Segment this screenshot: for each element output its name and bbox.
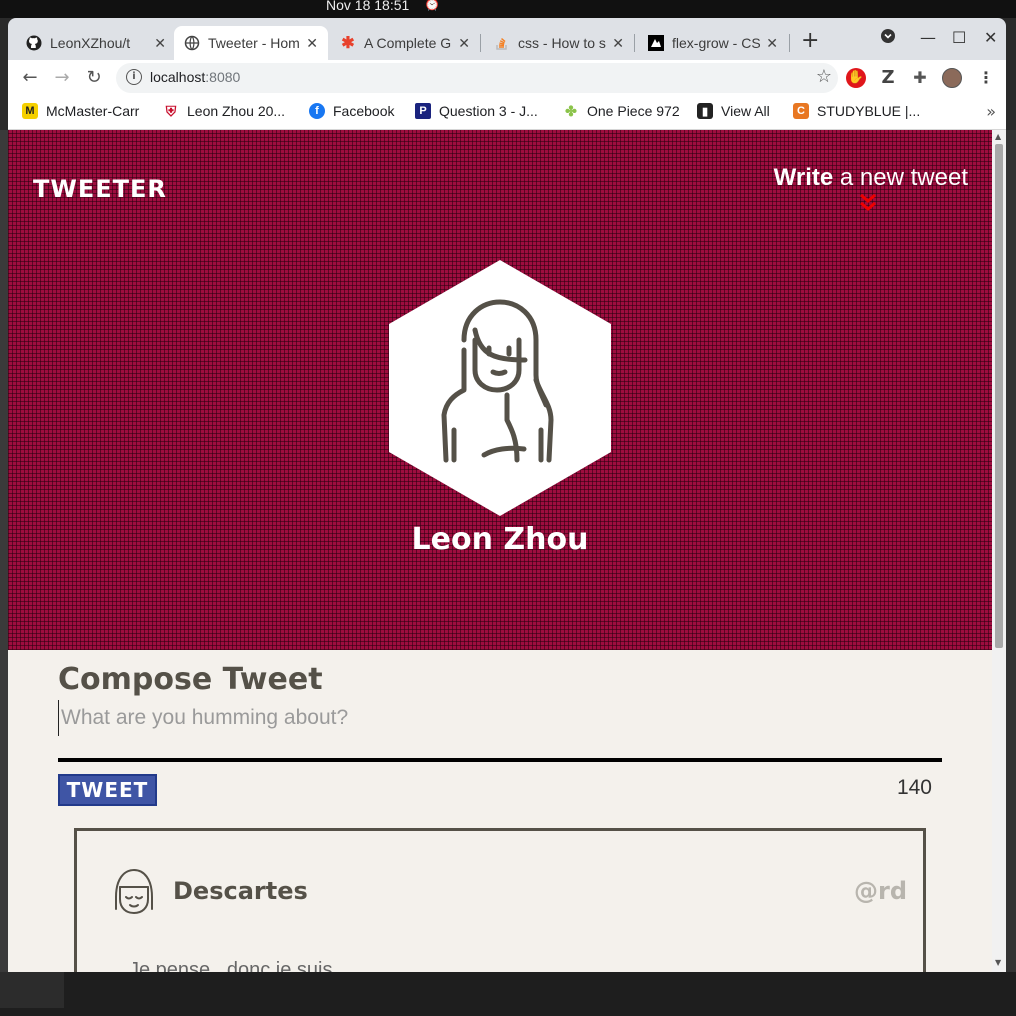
site-info-icon[interactable]: i <box>126 69 142 85</box>
back-icon[interactable]: ← <box>18 66 42 90</box>
tweet-author-handle: @rd <box>853 877 907 905</box>
close-icon[interactable]: ✕ <box>766 35 778 52</box>
double-chevron-down-icon[interactable] <box>858 192 878 214</box>
scroll-down-icon[interactable]: ▼ <box>995 958 1001 967</box>
profile-avatar-icon[interactable] <box>942 68 962 88</box>
tab-search-icon[interactable] <box>880 28 896 48</box>
github-icon <box>26 35 42 51</box>
bookmark-leon-zhou[interactable]: ⛨ Leon Zhou 20... <box>163 102 286 120</box>
tab-title: A Complete G <box>364 35 452 51</box>
bookmark-mcmaster[interactable]: M McMaster-Carr <box>22 103 139 119</box>
window-close-icon[interactable]: ✕ <box>984 28 997 47</box>
reload-icon[interactable]: ↻ <box>82 66 106 90</box>
user-avatar-icon <box>115 868 153 915</box>
tweet-text: Je pense , donc je suis <box>129 959 333 972</box>
shield-icon: ⛨ <box>165 102 177 119</box>
close-icon[interactable]: ✕ <box>154 35 166 52</box>
bell-icon[interactable]: ⏰ <box>424 0 440 12</box>
profile-header: TWEETER Write a new tweet Leon Zhou <box>8 130 992 650</box>
url-text[interactable]: localhost:8080 <box>150 69 240 85</box>
tab-css-how-to[interactable]: css - How to s ✕ <box>484 26 634 60</box>
facebook-icon: f <box>309 103 325 119</box>
os-top-bar: Nov 18 18:51 ⏰ <box>0 0 1016 18</box>
bookmark-label: McMaster-Carr <box>46 103 140 119</box>
maximize-icon[interactable]: ☐ <box>952 28 966 47</box>
book-icon: ▮ <box>697 103 713 119</box>
close-icon[interactable]: ✕ <box>458 35 470 52</box>
tweet-author-name: Descartes <box>173 877 308 905</box>
bookmark-question-3[interactable]: P Question 3 - J... <box>415 103 538 119</box>
new-tab-button[interactable]: + <box>801 30 819 52</box>
tab-title: flex-grow - CS <box>672 35 761 51</box>
globe-icon <box>184 35 200 51</box>
tab-title: Tweeter - Hom <box>208 35 300 51</box>
compose-title: Compose Tweet <box>58 662 323 697</box>
adblock-icon[interactable]: ✋ <box>846 68 866 88</box>
desktop-background-left <box>0 130 8 972</box>
bookmark-star-icon[interactable]: ☆ <box>816 66 832 87</box>
tab-title: LeonXZhou/t <box>50 35 131 51</box>
tab-complete-guide[interactable]: ✱ A Complete G ✕ <box>330 26 480 60</box>
studyblue-icon: C <box>793 103 809 119</box>
bookmark-studyblue[interactable]: C STUDYBLUE |... <box>793 103 920 119</box>
bookmark-facebook[interactable]: f Facebook <box>309 103 394 119</box>
tab-tweeter[interactable]: Tweeter - Hom ✕ <box>174 26 328 60</box>
extensions-puzzle-icon[interactable]: ✚ <box>910 68 930 88</box>
char-counter: 140 <box>896 776 932 799</box>
browser-toolbar: ← → ↻ i localhost:8080 ☆ ✋ Z ✚ ⋮ <box>8 60 1006 96</box>
profile-name: Leon Zhou <box>411 522 589 557</box>
tab-flex-grow[interactable]: flex-grow - CS ✕ <box>638 26 788 60</box>
tweet-card: Descartes @rd Je pense , donc je suis <box>74 828 926 972</box>
address-bar[interactable]: i localhost:8080 ☆ <box>116 63 838 93</box>
close-icon[interactable]: ✕ <box>612 35 624 52</box>
p-icon: P <box>415 103 431 119</box>
frog-icon: ✤ <box>565 102 577 119</box>
page-scrollbar[interactable]: ▲ ▼ <box>992 130 1006 972</box>
asterisk-icon: ✱ <box>341 35 355 52</box>
tweet-submit-button[interactable]: TWEET <box>58 774 157 806</box>
bookmark-one-piece[interactable]: ✤ One Piece 972 <box>563 102 680 120</box>
close-icon[interactable]: ✕ <box>306 35 318 52</box>
tab-title: css - How to s <box>518 35 606 51</box>
desktop-taskbar <box>0 972 1016 1016</box>
os-clock: Nov 18 18:51 <box>326 0 410 13</box>
compose-divider <box>58 758 942 762</box>
write-new-tweet-link[interactable]: Write a new tweet <box>774 164 968 192</box>
brand-logo[interactable]: TWEETER <box>33 175 167 203</box>
bookmark-view-all[interactable]: ▮ View All <box>697 103 770 119</box>
page-viewport: TWEETER Write a new tweet Leon Zhou Comp… <box>8 130 1006 972</box>
tab-github[interactable]: LeonXZhou/t ✕ <box>16 26 176 60</box>
desktop-background-right <box>1006 130 1016 972</box>
bookmark-label: Leon Zhou 20... <box>187 103 286 119</box>
z-extension-icon[interactable]: Z <box>878 68 898 88</box>
scroll-thumb[interactable] <box>995 144 1003 648</box>
stackoverflow-icon <box>494 35 510 51</box>
bookmark-label: View All <box>721 103 770 119</box>
bookmark-label: Question 3 - J... <box>439 103 538 119</box>
bookmark-label: Facebook <box>333 103 395 119</box>
more-bookmarks-icon[interactable]: » <box>986 102 996 121</box>
mdn-icon <box>648 35 664 51</box>
bookmarks-bar: M McMaster-Carr ⛨ Leon Zhou 20... f Face… <box>8 96 1006 130</box>
menu-dots-icon[interactable]: ⋮ <box>976 68 996 88</box>
minimize-icon[interactable]: — <box>920 28 936 47</box>
tab-strip: LeonXZhou/t ✕ Tweeter - Hom ✕ ✱ A Comple… <box>8 18 1006 60</box>
browser-window: LeonXZhou/t ✕ Tweeter - Hom ✕ ✱ A Comple… <box>8 18 1006 972</box>
bookmark-label: STUDYBLUE |... <box>817 103 921 119</box>
tweet-text-input[interactable] <box>58 700 938 736</box>
profile-avatar <box>389 260 611 516</box>
mcmaster-icon: M <box>22 103 38 119</box>
scroll-up-icon[interactable]: ▲ <box>995 132 1001 141</box>
bookmark-label: One Piece 972 <box>587 103 680 119</box>
forward-icon[interactable]: → <box>50 66 74 90</box>
